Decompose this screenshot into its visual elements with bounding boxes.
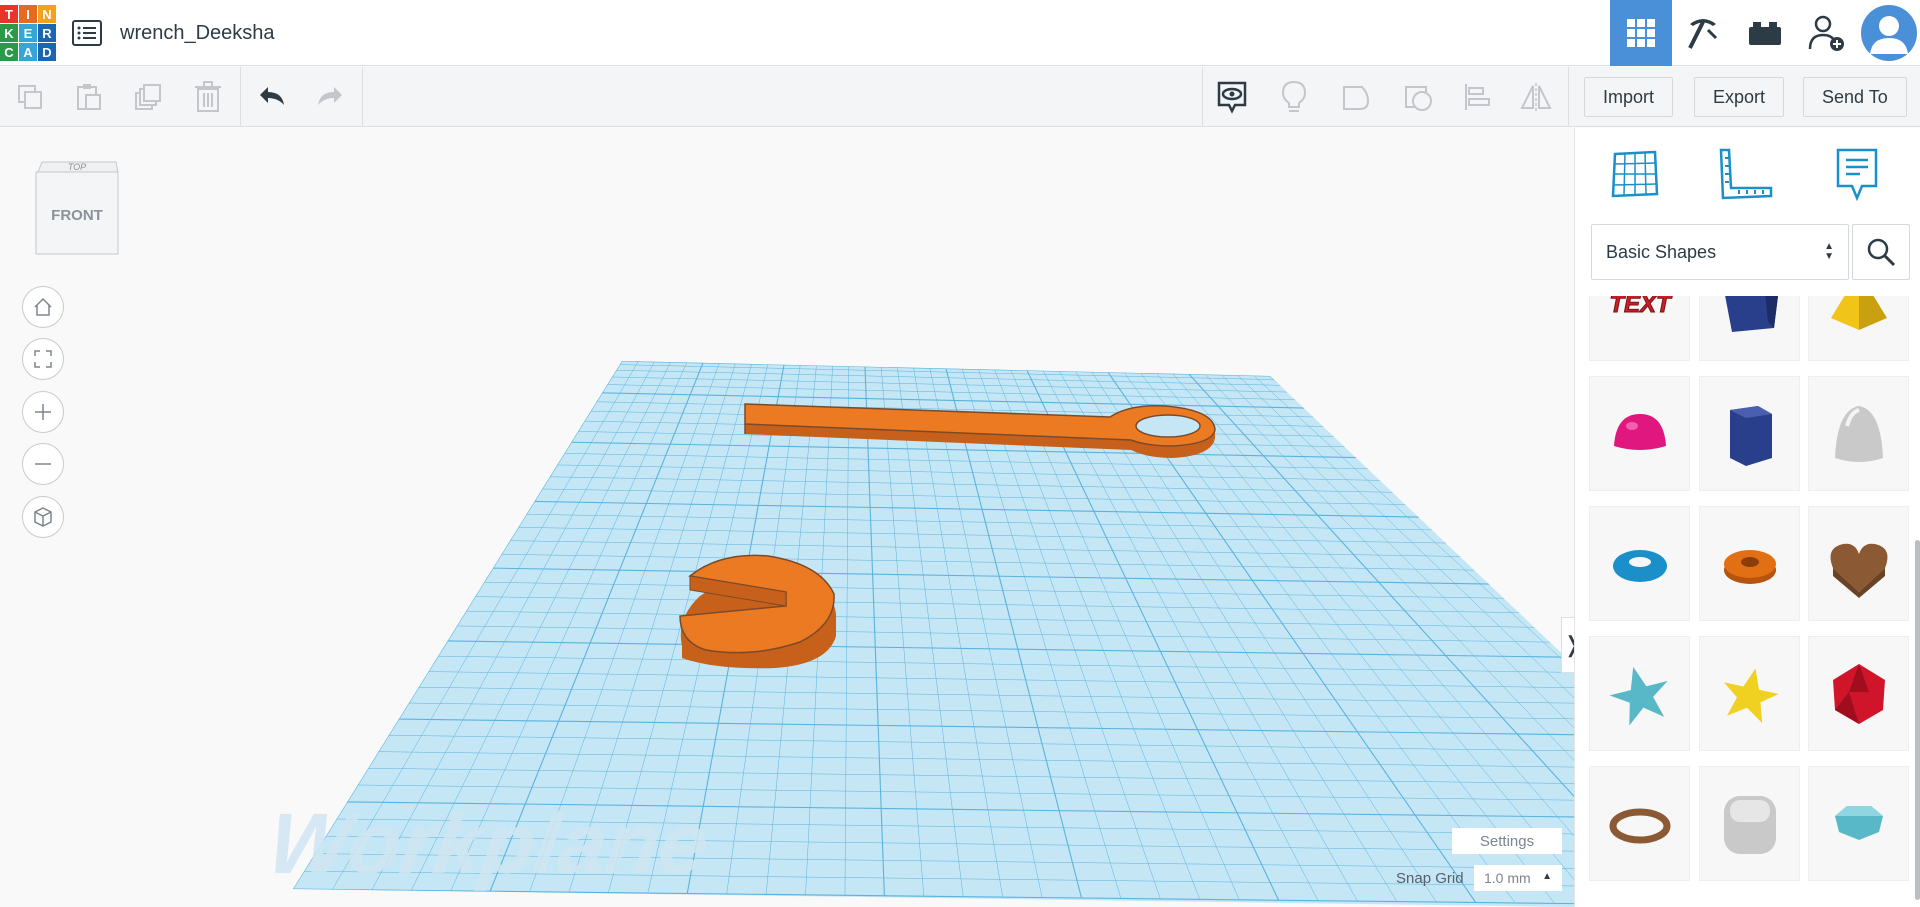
solid-shape-icon[interactable] [1334,75,1378,119]
heart-icon [1830,543,1887,598]
svg-text:TEXT: TEXT [1609,296,1673,318]
edit-toolbar: Import Export Send To [0,67,1920,127]
duplicate-icon[interactable] [126,75,170,119]
shape-pyramid[interactable] [1808,296,1909,361]
viewcube-front-label: FRONT [51,207,103,224]
mirror-icon[interactable] [1514,75,1558,119]
design-title[interactable]: wrench_Deeksha [120,22,275,45]
search-icon[interactable] [1852,224,1910,280]
settings-button[interactable]: Settings [1452,828,1562,854]
snap-grid-select[interactable]: 1.0 mm ▲ [1474,865,1562,891]
ring-icon [1609,808,1670,843]
align-icon[interactable] [1456,75,1500,119]
viewcube-top-label: TOP [68,162,86,172]
zoom-out-icon[interactable] [22,443,64,485]
logo-letter: R [38,24,56,42]
notes-toggle-icon[interactable] [1210,75,1254,119]
undo-icon[interactable] [250,75,294,119]
shape-polygon[interactable] [1699,376,1800,491]
collapse-panel-button[interactable]: ❭ [1561,617,1574,673]
shape-star-yellow[interactable] [1699,636,1800,751]
gem-icon [1834,805,1883,840]
logo-letter: K [0,24,18,42]
star-yellow-icon [1723,668,1779,723]
shape-torus[interactable] [1589,506,1690,621]
shape-heart[interactable] [1808,506,1909,621]
notes-icon[interactable] [1827,144,1887,204]
snap-grid-value: 1.0 mm [1484,870,1531,886]
shape-half-sphere[interactable] [1589,376,1690,491]
shape-icosahedron[interactable] [1808,636,1909,751]
logo-letter: N [38,5,56,23]
shapes-panel: Basic Shapes ▲ ▼ TEXT [1574,128,1920,907]
avatar-icon[interactable] [1858,0,1920,66]
star-icon [1608,666,1668,726]
home-icon[interactable] [22,286,64,328]
icosahedron-icon [1832,663,1885,724]
list-icon[interactable] [72,20,102,46]
panel-scrollbar[interactable] [1915,540,1920,900]
view-cube[interactable]: TOP FRONT [30,158,124,265]
zoom-in-icon[interactable] [22,391,64,433]
shape-paraboloid[interactable] [1808,376,1909,491]
tube-icon [1723,549,1776,584]
text-icon: TEXT [1608,296,1673,318]
paste-icon[interactable] [66,75,110,119]
copy-icon[interactable] [8,75,52,119]
box-icon [1724,296,1778,332]
ruler-icon[interactable] [1715,144,1775,204]
shape-tube[interactable] [1699,506,1800,621]
shape-gem[interactable] [1808,766,1909,881]
torus-icon [1612,549,1667,582]
logo-letter: T [0,5,18,23]
half-sphere-icon [1613,413,1666,450]
hole-shape-icon[interactable] [1396,75,1440,119]
shape-star[interactable] [1589,636,1690,751]
pyramid-icon [1830,296,1887,330]
fit-view-icon[interactable] [22,338,64,380]
logo-letter: A [19,43,37,61]
snap-grid-label: Snap Grid [1396,870,1464,887]
shape-library-value: Basic Shapes [1606,241,1717,262]
logo-letter: I [19,5,37,23]
grid-view-icon[interactable] [1610,0,1672,66]
workplane-watermark: Workplane [263,796,714,892]
redo-icon[interactable] [308,75,352,119]
tinkercad-logo[interactable]: TIN KER CAD [0,5,57,62]
logo-letter: E [19,24,37,42]
shape-grid: TEXT [1589,296,1919,907]
shape-box[interactable] [1699,296,1800,361]
top-bar: TIN KER CAD wrench_Deeksha [0,0,1920,66]
trash-icon[interactable] [186,75,230,119]
send-to-button[interactable]: Send To [1803,77,1907,117]
workplane-icon[interactable] [1605,144,1665,204]
perspective-icon[interactable] [22,496,64,538]
shape-library-select[interactable]: Basic Shapes ▲ ▼ [1591,224,1849,280]
bricks-icon[interactable] [1734,0,1796,66]
paraboloid-icon [1834,405,1883,462]
shape-text[interactable]: TEXT [1589,296,1690,361]
shape-ring[interactable] [1589,766,1690,881]
logo-letter: D [38,43,56,61]
import-button[interactable]: Import [1584,77,1674,117]
wrench-head-shape [679,554,836,669]
export-button[interactable]: Export [1694,77,1785,117]
select-arrows-icon: ▲ ▼ [1824,241,1834,262]
polygon-icon [1729,405,1772,466]
shape-rounded-box[interactable] [1699,766,1800,881]
add-user-icon[interactable] [1796,0,1858,66]
logo-letter: C [0,43,18,61]
light-bulb-icon[interactable] [1272,75,1316,119]
caret-up-icon: ▲ [1542,871,1552,882]
rounded-box-icon [1723,795,1776,854]
workplane-canvas[interactable]: Workplane [0,128,1574,907]
pickaxe-icon[interactable] [1672,0,1734,66]
3d-viewport[interactable]: Workplane TOP FRONT Settings Snap Grid 1… [0,128,1574,907]
